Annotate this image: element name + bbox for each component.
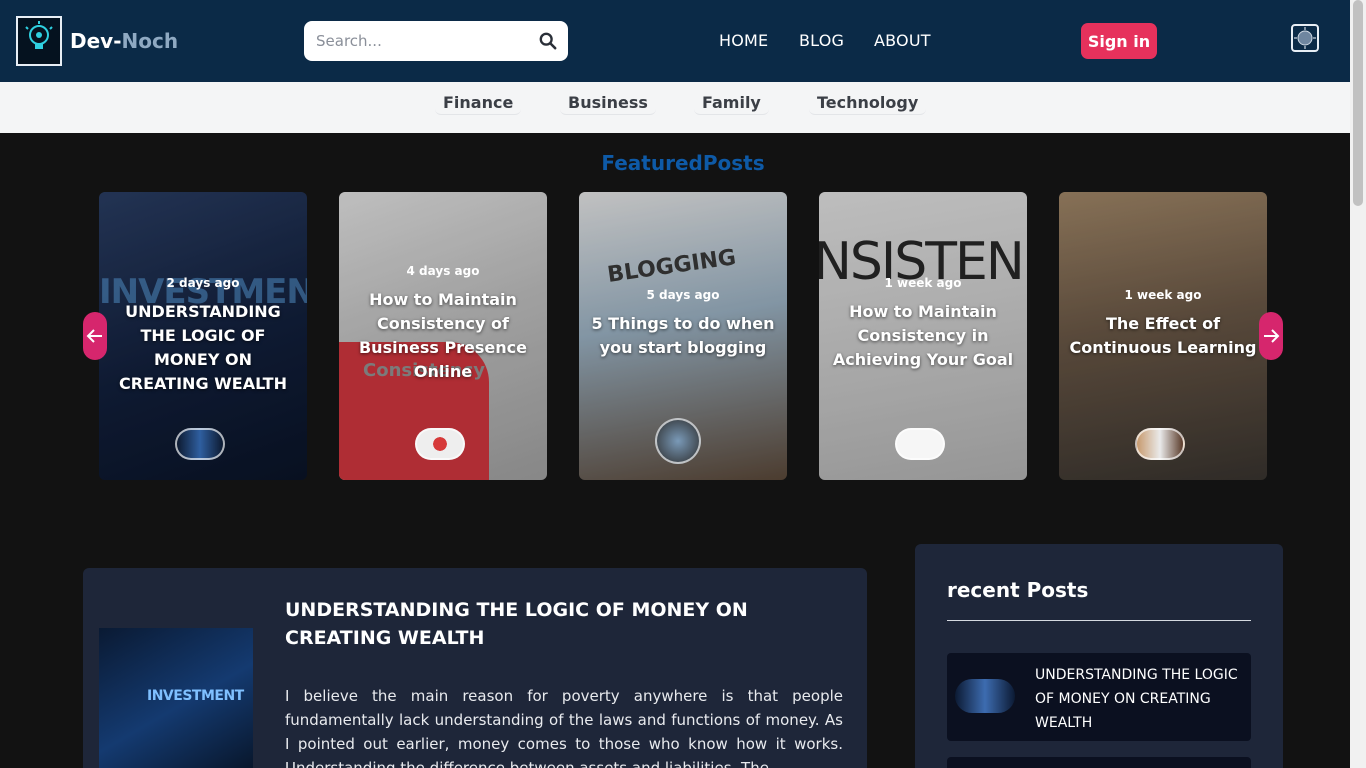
card-date: 1 week ago (884, 276, 962, 290)
theme-toggle-button[interactable] (1291, 24, 1319, 52)
nav-blog[interactable]: BLOG (799, 31, 844, 50)
nav-about[interactable]: ABOUT (874, 31, 931, 50)
recent-posts-panel: recent Posts UNDERSTANDING THE LOGIC OF … (915, 544, 1283, 768)
recent-post-thumbnail (955, 679, 1015, 713)
brand-part-1: Dev- (70, 29, 122, 53)
nav-home[interactable]: HOME (719, 31, 768, 50)
brand-name[interactable]: Dev-Noch (70, 29, 178, 53)
logo[interactable] (16, 16, 62, 66)
card-date: 5 days ago (646, 288, 720, 302)
card-date: 1 week ago (1124, 288, 1202, 302)
recent-post-item[interactable] (947, 757, 1251, 768)
featured-card[interactable]: Consistency 4 days ago How to Maintain C… (339, 192, 547, 480)
search-icon[interactable] (539, 32, 557, 50)
card-author-avatar (895, 428, 945, 460)
category-family[interactable]: Family (694, 91, 769, 115)
featured-card[interactable]: NSISTEN 1 week ago How to Maintain Consi… (819, 192, 1027, 480)
logo-bulb-icon (25, 21, 53, 49)
search-box (304, 21, 568, 61)
card-title: UNDERSTANDING THE LOGIC OF MONEY ON CREA… (119, 302, 287, 393)
card-title: How to Maintain Consistency in Achieving… (832, 302, 1014, 369)
featured-posts-heading: FeaturedPosts (601, 151, 765, 175)
search-input[interactable] (316, 21, 536, 61)
recent-post-title: UNDERSTANDING THE LOGIC OF MONEY ON CREA… (1035, 667, 1238, 731)
carousel-prev-button[interactable] (83, 312, 107, 360)
post-excerpt: I believe the main reason for poverty an… (285, 687, 843, 768)
featured-card[interactable]: BLOGGING 5 days ago 5 Things to do when … (579, 192, 787, 480)
carousel-next-button[interactable] (1259, 312, 1283, 360)
scrollbar-thumb[interactable] (1353, 0, 1363, 206)
card-title: How to Maintain Consistency of Business … (358, 290, 528, 381)
arrow-left-icon (86, 329, 102, 343)
card-date: 2 days ago (166, 276, 240, 290)
divider (947, 620, 1251, 621)
card-title: 5 Things to do when you start blogging (591, 314, 775, 357)
category-bar: Finance Business Family Technology (0, 82, 1350, 133)
post-card[interactable]: INVESTMENT UNDERSTANDING THE LOGIC OF MO… (83, 568, 867, 768)
recent-post-item[interactable]: UNDERSTANDING THE LOGIC OF MONEY ON CREA… (947, 653, 1251, 741)
arrow-right-icon (1264, 329, 1280, 343)
featured-card[interactable]: INVESTMEN 2 days ago UNDERSTANDING THE L… (99, 192, 307, 480)
card-title: The Effect of Continuous Learning (1069, 314, 1257, 357)
theme-toggle-icon (1294, 27, 1316, 49)
page-scrollbar[interactable] (1350, 0, 1366, 768)
card-date: 4 days ago (406, 264, 480, 278)
sign-in-button[interactable]: Sign in (1081, 23, 1157, 59)
card-author-avatar (1135, 428, 1185, 460)
card-author-avatar (175, 428, 225, 460)
category-technology[interactable]: Technology (809, 91, 927, 115)
card-author-avatar (415, 428, 465, 460)
post-image-word: INVESTMENT (147, 688, 244, 704)
recent-posts-heading: recent Posts (947, 578, 1089, 602)
featured-card[interactable]: 1 week ago The Effect of Continuous Lear… (1059, 192, 1267, 480)
category-finance[interactable]: Finance (435, 91, 522, 115)
post-thumbnail[interactable]: INVESTMENT (99, 628, 253, 768)
card-author-avatar (655, 418, 701, 464)
top-navbar: Dev-Noch HOME BLOG ABOUT Sign in (0, 0, 1350, 82)
brand-part-2: Noch (121, 29, 179, 53)
category-business[interactable]: Business (560, 91, 656, 115)
post-title[interactable]: UNDERSTANDING THE LOGIC OF MONEY ON CREA… (285, 596, 845, 652)
